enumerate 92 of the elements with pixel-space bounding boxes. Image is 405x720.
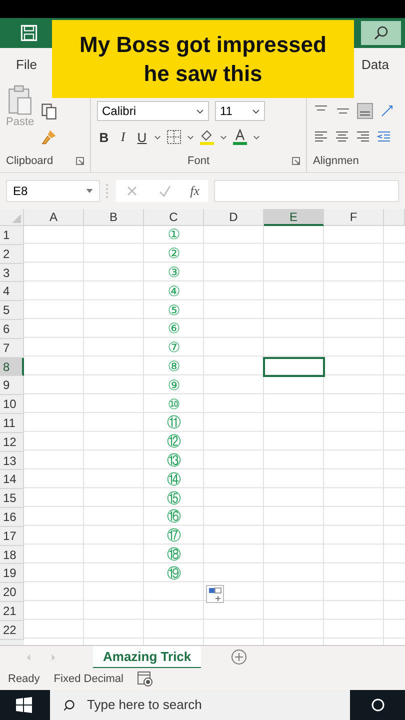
table-cell: ⑤ [168,302,180,319]
table-cell: ② [168,246,180,262]
column-header[interactable]: E [264,209,324,226]
quick-analysis-icon[interactable] [206,585,224,604]
row-header[interactable]: 2 [0,244,24,264]
row-header[interactable]: 3 [0,264,24,282]
caret-icon[interactable] [253,134,260,140]
bold-button[interactable]: B [97,130,111,144]
row-header[interactable]: 8 [0,358,24,376]
save-icon[interactable] [20,24,38,42]
macro-record-icon[interactable] [137,671,154,687]
row-header[interactable]: 7 [0,338,24,358]
search-icon [64,698,77,712]
caret-icon [196,108,204,114]
table-cell: ⑫ [167,434,181,450]
table-cell: ⑮ [167,490,181,507]
table-cell: ⑩ [168,396,180,413]
caption-banner: My Boss got impressed he saw this [52,20,354,98]
formula-field[interactable] [214,180,399,202]
ribbon-tab[interactable]: Data [362,54,389,74]
clipboard-icon [7,84,34,116]
caret-icon [86,189,93,193]
column-header[interactable]: D [204,209,264,226]
column-header[interactable]: A [24,209,84,226]
caret-icon[interactable] [154,134,161,140]
table-cell: ⑰ [167,528,181,544]
orientation-icon[interactable] [379,103,395,119]
row-header[interactable]: 5 [0,301,24,320]
table-cell: ⑬ [167,452,181,469]
row-header[interactable]: 10 [0,395,24,414]
search-icon [373,25,389,41]
row-header[interactable]: 4 [0,282,24,302]
row-header[interactable]: 17 [0,526,24,546]
group-label: Font [187,155,210,167]
dialog-launcher-icon[interactable] [292,157,300,165]
table-cell: ⑥ [168,321,180,338]
font-name-field[interactable]: Calibri [97,101,209,121]
selected-cell[interactable] [263,356,325,378]
row-header[interactable]: 9 [0,376,24,396]
column-header[interactable]: B [84,209,144,226]
ribbon-tab[interactable]: File [16,54,37,74]
row-header[interactable]: 18 [0,546,24,564]
sheet-tab[interactable]: Amazing Trick [93,646,202,668]
row-header[interactable]: 20 [0,583,24,602]
font-size-field[interactable]: 11 [215,101,265,121]
table-cell: ⑦ [168,340,180,356]
borders-icon[interactable] [166,129,182,145]
column-header[interactable]: F [324,209,384,226]
bottom-align-icon[interactable] [357,103,373,119]
search-icon[interactable] [370,697,386,713]
windows-logo-icon[interactable] [16,697,32,713]
name-box[interactable]: E8 [6,180,100,202]
font-color-icon[interactable] [232,129,248,145]
row-header[interactable]: 6 [0,320,24,339]
table-cell: ③ [168,264,180,281]
group-label: Clipboard [6,155,54,167]
column-header[interactable]: C [144,209,204,226]
search-button[interactable] [361,21,401,45]
row-header[interactable]: 16 [0,508,24,527]
copy-icon[interactable] [40,102,58,120]
row-header[interactable]: 13 [0,452,24,470]
row-header[interactable]: 21 [0,602,24,621]
format-painter-icon[interactable] [40,128,58,146]
table-cell: ⑧ [168,358,180,375]
table-cell: ① [168,227,180,244]
taskbar-search-field[interactable]: Type here to search [50,690,350,720]
caret-icon[interactable] [220,134,227,140]
caret-icon[interactable] [187,134,194,140]
row-header[interactable]: 15 [0,489,24,508]
row-header[interactable]: 12 [0,432,24,452]
caret-icon [252,108,260,114]
table-cell: ⑨ [168,378,180,394]
status-text: Ready [8,673,40,685]
table-cell: ⑪ [167,415,181,432]
row-header[interactable]: 1 [0,226,24,245]
row-header[interactable]: 19 [0,564,24,584]
table-cell: ④ [168,284,180,300]
underline-button[interactable]: U [135,130,149,144]
table-cell: ⑲ [167,566,181,582]
fill-color-icon[interactable] [199,129,215,145]
status-text: Fixed Decimal [54,673,124,685]
add-sheet-icon[interactable] [231,649,248,665]
italic-button[interactable]: I [116,129,130,145]
row-header[interactable]: 14 [0,470,24,490]
table-cell: ⑱ [167,546,181,563]
group-label: Alignmen [313,155,359,167]
table-cell: ⑭ [167,472,181,488]
row-header[interactable]: 22 [0,620,24,640]
table-cell: ⑯ [167,509,181,526]
dialog-launcher-icon[interactable] [76,157,84,165]
insert-function-button[interactable]: fx [190,183,200,199]
row-header[interactable]: 11 [0,414,24,433]
